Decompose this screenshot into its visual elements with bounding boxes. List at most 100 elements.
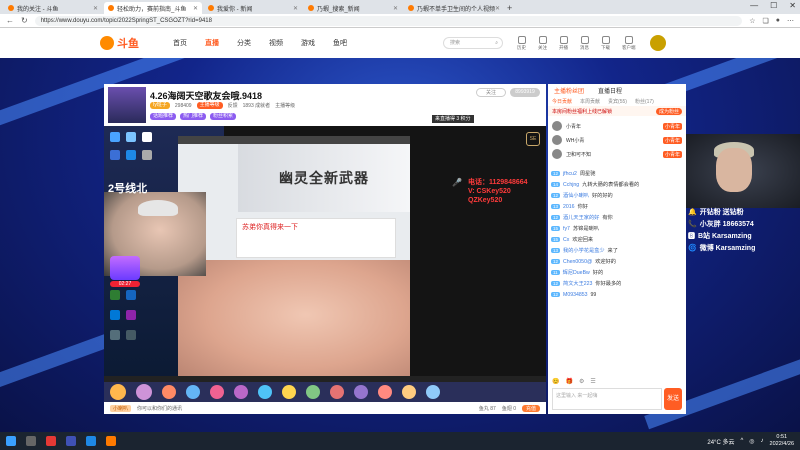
chevron-up-icon[interactable]: ^ <box>740 438 743 444</box>
settings-icon[interactable]: ⚙ <box>579 378 584 385</box>
charge-button[interactable]: 充值 <box>521 404 540 412</box>
nav-games[interactable]: 游戏 <box>301 38 315 48</box>
chat-user-name[interactable]: 简文大王223 <box>563 280 592 287</box>
client-button[interactable]: 客户端 <box>622 35 636 51</box>
maximize-button[interactable]: ☐ <box>770 1 777 10</box>
tab-fans[interactable]: 粉丝(17) <box>635 98 654 105</box>
chat-user-name[interactable]: Chen0050@ <box>563 259 592 265</box>
weather-label[interactable]: 24°C 多云 <box>707 437 734 446</box>
browser-tab[interactable]: 我的关注 - 斗鱼 ✕ <box>4 2 102 14</box>
nav-fishbar[interactable]: 鱼吧 <box>333 38 347 48</box>
close-icon[interactable]: ✕ <box>193 5 198 12</box>
horn-tag[interactable]: 小喇叭 <box>110 404 132 412</box>
nav-live[interactable]: 直播 <box>205 38 219 48</box>
app-icon[interactable] <box>46 436 56 446</box>
browser-tab[interactable]: 乃蝦_搜索_新闻 ✕ <box>304 2 402 14</box>
tag-chip[interactable]: 热门推荐 <box>180 113 207 120</box>
close-icon[interactable]: ✕ <box>495 5 500 12</box>
report-link[interactable]: 反馈 <box>228 102 238 109</box>
anchor-name-badge[interactable]: Iy班子 <box>150 102 170 109</box>
chat-input[interactable]: 这里输入 来一起嗨 <box>552 388 662 410</box>
follow-button[interactable]: 关注 <box>538 35 547 51</box>
collections-icon[interactable]: ❏ <box>762 17 768 25</box>
chat-user-name[interactable]: fy7 <box>563 226 570 232</box>
network-icon[interactable]: ◎ <box>749 438 754 445</box>
refresh-icon[interactable]: ↻ <box>21 16 28 25</box>
gift-icon[interactable] <box>378 385 392 399</box>
gift-icon[interactable] <box>234 385 248 399</box>
gift-icon[interactable]: 🎁 <box>565 378 572 385</box>
gift-icon[interactable] <box>186 385 200 399</box>
download-button[interactable]: 下载 <box>601 35 610 51</box>
tab-schedule[interactable]: 直播日程 <box>598 86 622 95</box>
send-button[interactable]: 发送 <box>664 388 682 410</box>
douyu-icon[interactable] <box>106 436 116 446</box>
star-icon[interactable]: ☆ <box>749 17 755 25</box>
promo-badge[interactable]: 02:27 <box>110 256 140 290</box>
gift-icon[interactable] <box>136 384 152 400</box>
gift-icon[interactable] <box>282 385 296 399</box>
back-icon[interactable]: ← <box>6 16 14 25</box>
tab-week-rank[interactable]: 本周贡献 <box>580 98 600 105</box>
fan-row[interactable]: 卫和可不知 小青年 <box>552 147 682 161</box>
gift-icon[interactable] <box>306 385 320 399</box>
browser-tab-active[interactable]: 轻松助力，赛前指南_斗鱼 ✕ <box>104 2 202 14</box>
more-icon[interactable]: ⋯ <box>787 17 794 25</box>
gift-icon[interactable] <box>330 385 344 399</box>
points-overlay-button[interactable]: 来直播得 3 积分 <box>432 115 474 123</box>
minimize-button[interactable]: — <box>750 1 758 10</box>
clock[interactable]: 0:51 2022/4/26 <box>770 434 794 448</box>
close-icon[interactable]: ✕ <box>393 5 398 12</box>
gift-icon[interactable] <box>162 385 176 399</box>
start-icon[interactable] <box>6 436 16 446</box>
gift-icon[interactable] <box>110 384 126 400</box>
gift-icon[interactable] <box>402 385 416 399</box>
fan-row[interactable]: WH小青 小青年 <box>552 133 682 147</box>
chat-user-name[interactable]: jfhcu2 <box>563 171 577 177</box>
gift-icon[interactable] <box>354 385 368 399</box>
chat-user-name[interactable]: 酒儿天王家的好 <box>563 214 599 221</box>
site-search-input[interactable]: 搜索 ⌕ <box>443 37 503 49</box>
nav-video[interactable]: 视频 <box>269 38 283 48</box>
chat-user-name[interactable]: 辉尼DueBw <box>563 269 590 276</box>
start-live-button[interactable]: 开播 <box>559 35 568 51</box>
browser-tab[interactable]: 我爱你 - 新闻 ✕ <box>204 2 302 14</box>
tag-chip[interactable]: 话题推荐 <box>150 113 177 120</box>
search-icon[interactable]: ⌕ <box>495 38 498 48</box>
nav-category[interactable]: 分类 <box>237 38 251 48</box>
user-avatar[interactable] <box>649 35 666 51</box>
emoji-icon[interactable]: 😊 <box>552 378 559 385</box>
video-player[interactable]: 幽灵全新武器 苏弟你真得来一下 2号线北 02:27 🎤 电话：11298486… <box>104 126 546 382</box>
chat-user-name[interactable]: 2016 <box>563 204 575 210</box>
close-icon[interactable]: ✕ <box>293 5 298 12</box>
tag-chip[interactable]: 粉丝积累 <box>210 113 237 120</box>
search-icon[interactable] <box>26 436 36 446</box>
browser-icon[interactable] <box>86 436 96 446</box>
fan-row[interactable]: 小青年 小青年 <box>552 119 682 133</box>
tab-fan-group[interactable]: 主播粉丝团 <box>554 86 584 95</box>
url-input[interactable]: https://www.douyu.com/topic/2022SpringST… <box>34 15 743 26</box>
tab-today-rank[interactable]: 今日贡献 <box>552 98 572 105</box>
chat-user-name[interactable]: Cx <box>563 237 569 243</box>
close-window-button[interactable]: ✕ <box>789 1 796 10</box>
history-button[interactable]: 历史 <box>517 35 526 51</box>
menu-icon[interactable]: ☰ <box>590 378 595 385</box>
chat-user-name[interactable]: 我的小学花是盒少 <box>563 247 605 254</box>
gift-icon[interactable] <box>258 385 272 399</box>
messages-button[interactable]: 消息 <box>580 35 589 51</box>
gift-icon[interactable] <box>210 385 224 399</box>
profile-icon[interactable]: ● <box>776 17 780 24</box>
chat-user-name[interactable]: M0934853 <box>563 292 588 298</box>
close-icon[interactable]: ✕ <box>93 5 98 12</box>
gift-icon[interactable] <box>426 385 440 399</box>
follow-button[interactable]: 关注 <box>476 88 506 97</box>
tab-vip[interactable]: 贵宾(55) <box>608 98 627 105</box>
new-tab-button[interactable]: + <box>507 2 512 14</box>
anchor-avatar[interactable] <box>108 87 146 123</box>
volume-icon[interactable]: ♪ <box>761 438 764 444</box>
chat-user-name[interactable]: Cchjng <box>563 182 579 188</box>
become-fan-button[interactable]: 成为粉丝 <box>655 107 682 115</box>
nav-home[interactable]: 首页 <box>173 38 187 48</box>
site-logo[interactable]: 斗鱼 <box>100 35 139 51</box>
chat-user-name[interactable]: 酒仙小喇叭 <box>563 192 589 199</box>
